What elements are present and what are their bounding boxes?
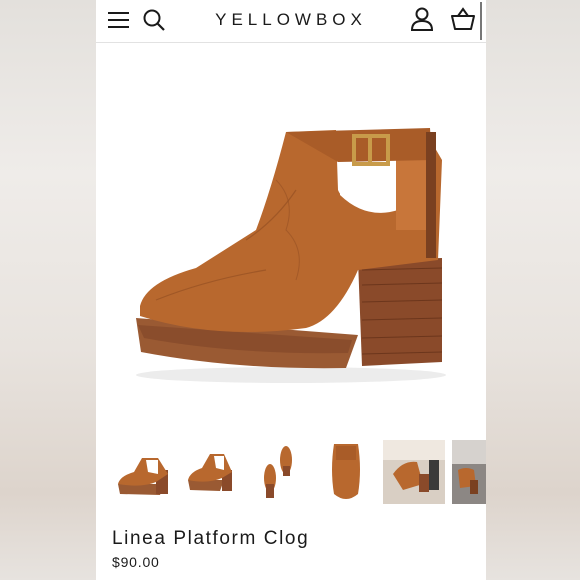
thumbnail-3[interactable] [256, 440, 304, 504]
thumbnail-5[interactable] [383, 440, 445, 504]
product-price: $90.00 [112, 554, 160, 570]
background-blur-left [0, 0, 96, 580]
product-main-image[interactable] [96, 70, 486, 430]
cart-basket-icon[interactable] [450, 7, 476, 31]
background-blur-right [486, 0, 580, 580]
scroll-indicator [480, 2, 482, 40]
thumbnail-2[interactable] [184, 440, 238, 504]
site-header: YELLOWBOX [96, 0, 486, 43]
image-thumbnail-strip [96, 440, 486, 506]
account-icon[interactable] [410, 7, 434, 32]
product-title: Linea Platform Clog [112, 528, 310, 549]
thumbnail-6[interactable] [452, 440, 486, 504]
thumbnail-1[interactable] [112, 440, 174, 504]
thumbnail-4[interactable] [326, 440, 366, 504]
mobile-product-page: YELLOWBOX Linea Platform Clog $90.00 [96, 0, 486, 580]
